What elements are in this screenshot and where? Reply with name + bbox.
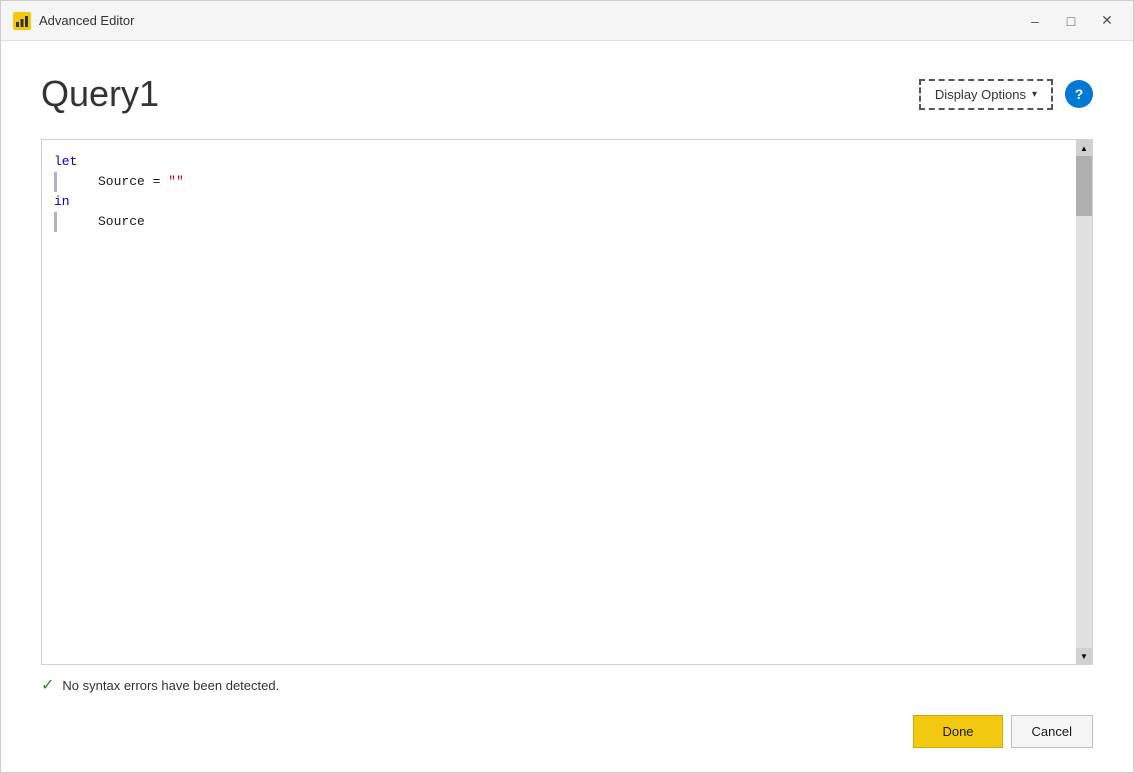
display-options-label: Display Options — [935, 87, 1026, 102]
scroll-down-button[interactable]: ▼ — [1076, 648, 1092, 664]
query-title: Query1 — [41, 73, 159, 115]
code-line-3: in — [54, 192, 1064, 212]
string-value: "" — [168, 172, 184, 192]
identifier-source-2: Source — [98, 212, 145, 232]
check-icon: ✓ — [41, 675, 54, 695]
content-area: Query1 Display Options ▾ ? let — [1, 41, 1133, 772]
close-button[interactable]: ✕ — [1093, 7, 1121, 35]
scrollbar-track: ▲ ▼ — [1076, 140, 1092, 664]
keyword-in: in — [54, 192, 70, 212]
advanced-editor-window: Advanced Editor – □ ✕ Query1 Display Opt… — [0, 0, 1134, 773]
status-bar: ✓ No syntax errors have been detected. — [41, 665, 1093, 695]
footer-actions: Done Cancel — [41, 695, 1093, 748]
scroll-thumb[interactable] — [1076, 156, 1092, 216]
done-button[interactable]: Done — [913, 715, 1002, 748]
window-controls: – □ ✕ — [1021, 7, 1121, 35]
scroll-up-button[interactable]: ▲ — [1076, 140, 1092, 156]
code-editor-container: let Source = "" in Sour — [41, 139, 1093, 665]
query-header: Query1 Display Options ▾ ? — [41, 73, 1093, 115]
operator-equals: = — [145, 172, 168, 192]
header-actions: Display Options ▾ ? — [919, 79, 1093, 110]
maximize-button[interactable]: □ — [1057, 7, 1085, 35]
code-line-1: let — [54, 152, 1064, 172]
identifier-source: Source — [98, 172, 145, 192]
line-gutter-2 — [54, 212, 58, 232]
chevron-down-icon: ▾ — [1032, 89, 1037, 100]
code-line-4: Source — [54, 212, 1064, 232]
line-gutter — [54, 172, 58, 192]
window-title: Advanced Editor — [39, 13, 1021, 28]
title-bar: Advanced Editor – □ ✕ — [1, 1, 1133, 41]
keyword-let: let — [54, 152, 77, 172]
code-line-2: Source = "" — [54, 172, 1064, 192]
code-editor[interactable]: let Source = "" in Sour — [42, 140, 1076, 664]
status-message: No syntax errors have been detected. — [62, 678, 279, 693]
power-bi-icon — [13, 12, 31, 30]
display-options-button[interactable]: Display Options ▾ — [919, 79, 1053, 110]
help-button[interactable]: ? — [1065, 80, 1093, 108]
minimize-button[interactable]: – — [1021, 7, 1049, 35]
cancel-button[interactable]: Cancel — [1011, 715, 1093, 748]
